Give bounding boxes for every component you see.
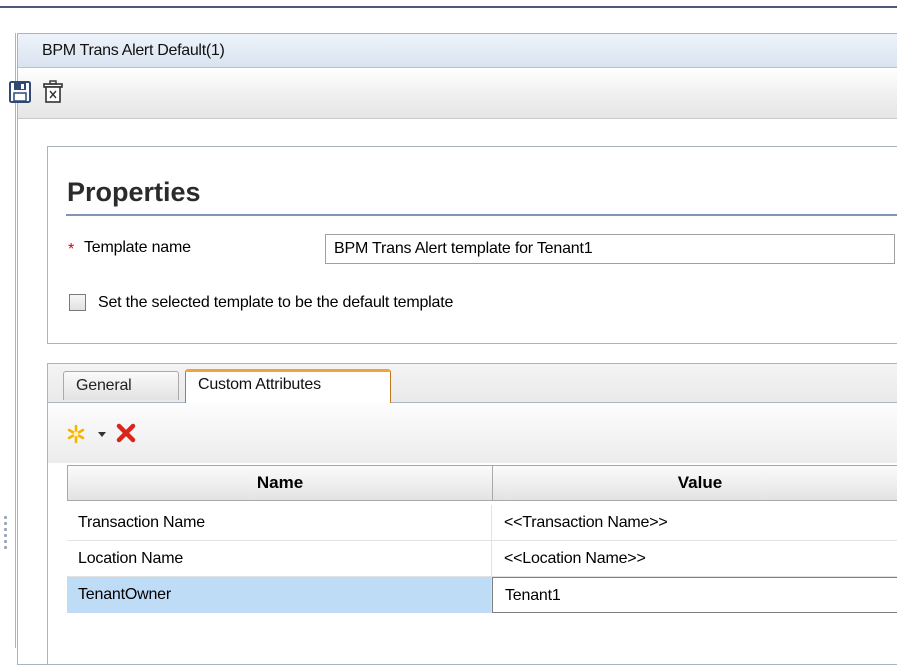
default-template-checkbox[interactable] (69, 294, 86, 311)
table-row-selected[interactable]: TenantOwner Tenant1 (67, 577, 897, 613)
default-template-label[interactable]: Set the selected template to be the defa… (98, 294, 453, 312)
main-toolbar (9, 68, 897, 119)
attributes-toolbar (48, 403, 897, 463)
left-splitter-edge (15, 33, 16, 648)
cell-value[interactable]: <<Transaction Name>> (492, 505, 897, 541)
cell-value-editor[interactable]: Tenant1 (492, 577, 897, 613)
properties-section: Properties * Template name Set the selec… (47, 146, 897, 344)
new-icon[interactable] (65, 423, 87, 445)
delete-icon[interactable] (40, 79, 66, 105)
cell-name: Location Name (67, 541, 492, 577)
table-row[interactable]: Location Name <<Location Name>> (67, 541, 897, 577)
panel-header: BPM Trans Alert Default(1) (18, 34, 897, 68)
table-row[interactable]: Transaction Name <<Transaction Name>> (67, 505, 897, 541)
dropdown-arrow-icon[interactable] (97, 431, 107, 439)
properties-heading: Properties (67, 177, 201, 207)
panel-title: BPM Trans Alert Default(1) (42, 42, 225, 59)
cell-name: TenantOwner (67, 577, 492, 613)
required-marker: * (68, 241, 75, 258)
save-icon[interactable] (7, 79, 33, 105)
cell-value[interactable]: <<Location Name>> (492, 541, 897, 577)
column-header-value[interactable]: Value (493, 466, 897, 500)
heading-underline (66, 214, 897, 216)
tab-general[interactable]: General (63, 371, 179, 400)
template-name-label: Template name (84, 239, 191, 256)
splitter-grip[interactable] (3, 516, 9, 556)
column-header-name[interactable]: Name (68, 466, 493, 500)
cell-name: Transaction Name (67, 505, 492, 541)
template-name-input[interactable] (325, 234, 895, 264)
tab-custom-attributes[interactable]: Custom Attributes (185, 369, 391, 403)
window-top-border (0, 6, 897, 8)
table-header: Name Value (67, 465, 897, 501)
delete-red-x-icon[interactable] (114, 421, 138, 445)
tabs-panel: General Custom Attributes Name Value Tra… (47, 363, 897, 665)
